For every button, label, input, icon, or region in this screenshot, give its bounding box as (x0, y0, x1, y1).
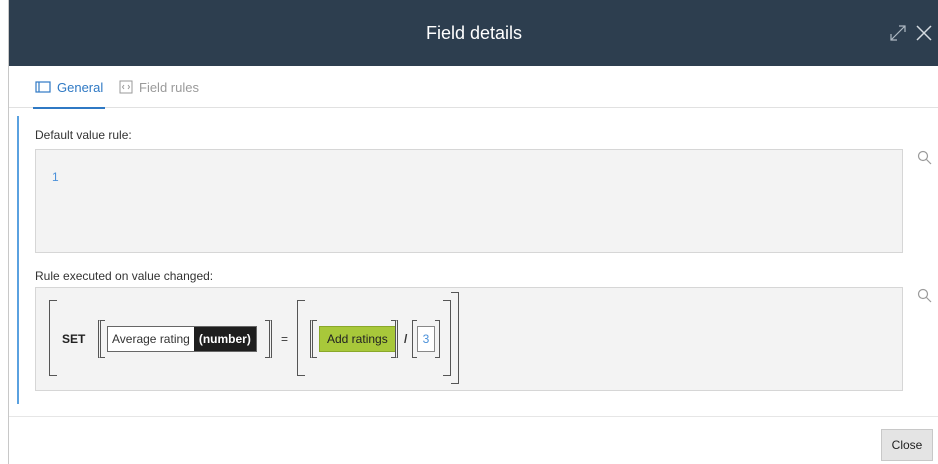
target-field-name: Average rating (108, 327, 194, 351)
source-bracket-left (310, 320, 317, 358)
tab-general[interactable]: General (32, 66, 106, 109)
statement-bracket-right (451, 292, 459, 384)
default-value-rule-label: Default value rule: (35, 128, 132, 142)
tab-field-rules[interactable]: Field rules (119, 66, 199, 108)
tab-bar: General Field rules (9, 66, 938, 109)
dialog-header: Field details (9, 0, 938, 66)
equals-operator: = (281, 332, 289, 346)
close-button[interactable]: Close (881, 429, 933, 461)
general-panel: Default value rule: 1 Rule executed on v… (17, 116, 933, 404)
rule-expression: SET Average rating (number) = Add rating… (49, 292, 479, 384)
on-change-rule-editor[interactable]: SET Average rating (number) = Add rating… (35, 287, 903, 391)
value-bracket-left (297, 300, 305, 376)
on-change-rule-label: Rule executed on value changed: (35, 269, 214, 283)
set-keyword: SET (62, 332, 86, 346)
divisor-bracket-right (435, 320, 440, 358)
tab-field-rules-label: Field rules (139, 79, 199, 95)
target-field-chip[interactable]: Average rating (number) (107, 326, 257, 352)
tab-general-label: General (57, 79, 104, 95)
target-field-type: (number) (193, 327, 256, 351)
footer-divider (9, 416, 938, 417)
divisor-number[interactable]: 3 (417, 326, 435, 352)
close-icon[interactable] (913, 22, 935, 44)
card-icon (35, 81, 51, 93)
default-value-number[interactable]: 1 (52, 170, 59, 184)
dialog-title: Field details (425, 23, 523, 43)
default-value-rule-editor[interactable]: 1 (35, 149, 903, 253)
target-bracket-right (265, 320, 272, 358)
target-bracket-left (98, 320, 105, 358)
source-field-chip[interactable]: Add ratings (319, 326, 396, 352)
search-icon[interactable] (917, 288, 933, 304)
field-details-dialog: Field details General Field rules Defaul… (8, 0, 938, 464)
search-icon[interactable] (917, 150, 933, 166)
source-bracket-right (391, 320, 398, 358)
statement-bracket-left (49, 300, 57, 376)
divide-operator: / (404, 332, 408, 346)
expand-icon[interactable] (887, 22, 909, 44)
value-bracket-right (443, 300, 451, 376)
code-icon (119, 80, 133, 94)
